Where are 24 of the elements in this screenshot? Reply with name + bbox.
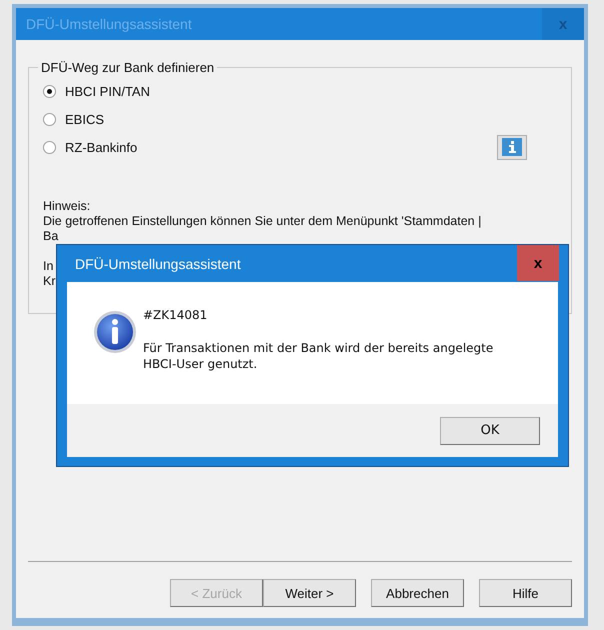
radio-button[interactable]: [43, 84, 56, 98]
hint-text: Die getroffenen Einstellungen können Sie unter dem Menüpunkt 'Stammdaten |: [43, 214, 482, 228]
wizard-button[interactable]: Hilfe: [479, 579, 572, 607]
hint-text: Ba: [43, 229, 58, 243]
wizard-button[interactable]: Abbrechen: [371, 579, 464, 607]
ok-button[interactable]: OK: [440, 416, 540, 444]
radio-button[interactable]: [43, 112, 56, 126]
window-title: DFÜ-Umstellungsassistent: [25, 16, 192, 32]
radio-button[interactable]: [43, 140, 56, 154]
hint-text: In: [43, 259, 54, 273]
wizard-button[interactable]: Weiter >: [263, 579, 356, 607]
radio-label[interactable]: RZ-Bankinfo: [65, 140, 138, 154]
radio-label[interactable]: HBCI PIN/TAN: [65, 84, 150, 98]
info-icon: [93, 310, 137, 354]
close-button[interactable]: x: [517, 245, 559, 281]
radio-label[interactable]: EBICS: [65, 112, 104, 126]
message-code: #ZK14081: [143, 308, 208, 322]
dialog-title: DFÜ-Umstellungsassistent: [74, 256, 241, 272]
info-icon: [502, 138, 522, 156]
hint-text: Hinweis:: [43, 199, 90, 213]
hint-text: Kr: [43, 274, 56, 288]
info-button[interactable]: [497, 134, 527, 160]
group-title: DFÜ-Weg zur Bank definieren: [40, 60, 216, 75]
message-text: Für Transaktionen mit der Bank wird der bereits angelegte HBCI-User genutzt.: [143, 340, 494, 372]
